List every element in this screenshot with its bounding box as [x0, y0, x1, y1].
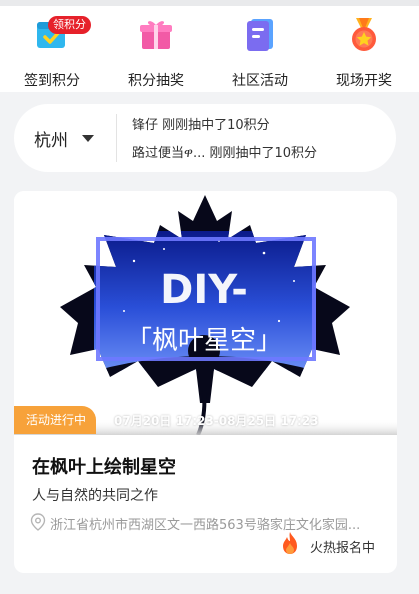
poster-title: DIY- [160, 267, 248, 313]
nav-label: 积分抽奖 [128, 73, 184, 89]
lottery-ticker-card: 杭州 锋仔 刚刚抽中了10积分 路过便当ዋ... 刚刚抽中了10积分 [14, 104, 396, 172]
points-badge: 领积分 [48, 16, 91, 34]
nav-checkin-points[interactable]: 领积分 签到积分 [0, 12, 104, 92]
hot-registration-label: 火热报名中 [310, 541, 376, 556]
caret-down-icon[interactable] [82, 135, 94, 142]
nav-community-activities[interactable]: 社区活动 [208, 12, 312, 92]
nav-live-draw[interactable]: 现场开奖 [312, 12, 416, 92]
activity-address: 浙江省杭州市西湖区文一西路563号骆家庄文化家园... [50, 518, 361, 533]
poster-subtitle: 「枫叶星空」 [126, 326, 282, 356]
activity-date-range: 07月20日 17:23-08月25日 17:23 [114, 414, 319, 428]
activity-title[interactable]: 在枫叶上绘制星空 [32, 453, 176, 479]
quick-nav: 领积分 签到积分 积分抽奖 社区活动 现场开奖 [0, 6, 419, 92]
medal-icon [352, 18, 376, 51]
status-badge: 活动进行中 [14, 406, 97, 434]
ticker-line: 路过便当ዋ... 刚刚抽中了10积分 [132, 146, 318, 161]
activity-poster-image[interactable]: DIY- 「枫叶星空」 [14, 191, 397, 435]
activity-subtitle: 人与自然的共同之作 [32, 488, 158, 504]
activity-card[interactable]: DIY- 「枫叶星空」 活动进行中 07月20日 17:23-08月25日 17… [14, 191, 397, 573]
gift-box-icon [140, 21, 172, 49]
location-pin-icon [30, 513, 46, 531]
ticker-line: 锋仔 刚刚抽中了10积分 [132, 118, 270, 133]
document-icon [247, 19, 273, 51]
nav-points-lottery[interactable]: 积分抽奖 [104, 12, 208, 92]
fire-icon [283, 532, 297, 554]
nav-label: 社区活动 [232, 73, 288, 89]
nav-label: 现场开奖 [336, 73, 392, 89]
nav-label: 签到积分 [24, 73, 80, 89]
city-selector[interactable]: 杭州 [34, 126, 68, 151]
divider [116, 114, 117, 162]
